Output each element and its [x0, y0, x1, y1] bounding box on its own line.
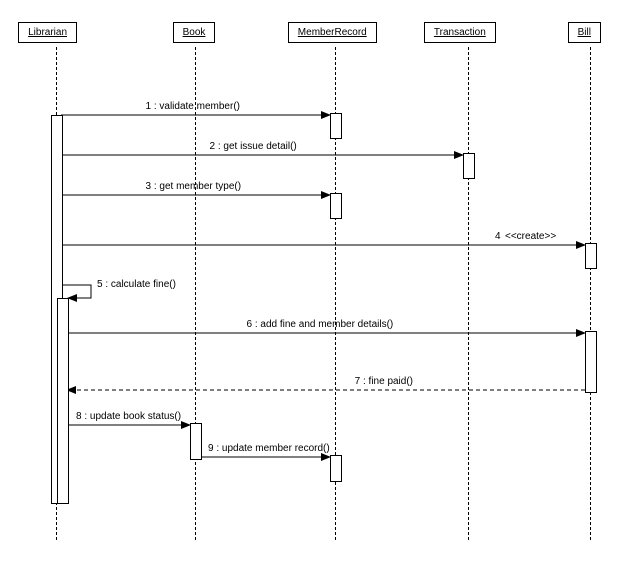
activation-transaction-2: [463, 153, 475, 179]
lifeline-head-book: Book: [173, 22, 216, 43]
message-label-6: 6 : add fine and member details(): [247, 319, 394, 330]
activation-librarian-nested: [57, 298, 69, 504]
lifeline-label: Transaction: [434, 27, 486, 38]
activation-memberrecord-9: [330, 455, 342, 482]
lifeline-label: MemberRecord: [298, 27, 367, 38]
activation-book-8: [190, 423, 202, 460]
lifeline-book: [195, 47, 196, 540]
lifeline-head-bill: Bill: [568, 22, 601, 43]
message-label-8: 8 : update book status(): [76, 411, 181, 422]
activation-bill-4: [585, 243, 597, 269]
activation-memberrecord-1: [330, 113, 342, 139]
lifeline-transaction: [468, 47, 469, 540]
message-label-9: 9 : update member record(): [208, 443, 330, 454]
activation-memberrecord-3: [330, 193, 342, 219]
lifeline-label: Bill: [578, 27, 591, 38]
lifeline-head-memberrecord: MemberRecord: [288, 22, 377, 43]
message-label-5: 5 : calculate fine(): [97, 279, 176, 290]
message-label-1: 1 : validate member(): [146, 101, 240, 112]
lifeline-label: Book: [183, 27, 206, 38]
message-num-4: 4: [495, 231, 501, 242]
activation-bill-6: [585, 331, 597, 393]
lifeline-head-librarian: Librarian: [18, 22, 77, 43]
message-label-3: 3 : get member type(): [146, 181, 242, 192]
message-label-2: 2 : get issue detail(): [210, 141, 297, 152]
lifeline-head-transaction: Transaction: [424, 22, 496, 43]
sequence-diagram: Librarian Book MemberRecord Transaction Bill…: [0, 0, 640, 560]
message-label-7: 7 : fine paid(): [355, 376, 413, 387]
message-label-4: <<create>>: [505, 231, 556, 242]
arrows-layer: [0, 0, 640, 560]
lifeline-label: Librarian: [28, 27, 67, 38]
lifeline-bill: [590, 47, 591, 540]
